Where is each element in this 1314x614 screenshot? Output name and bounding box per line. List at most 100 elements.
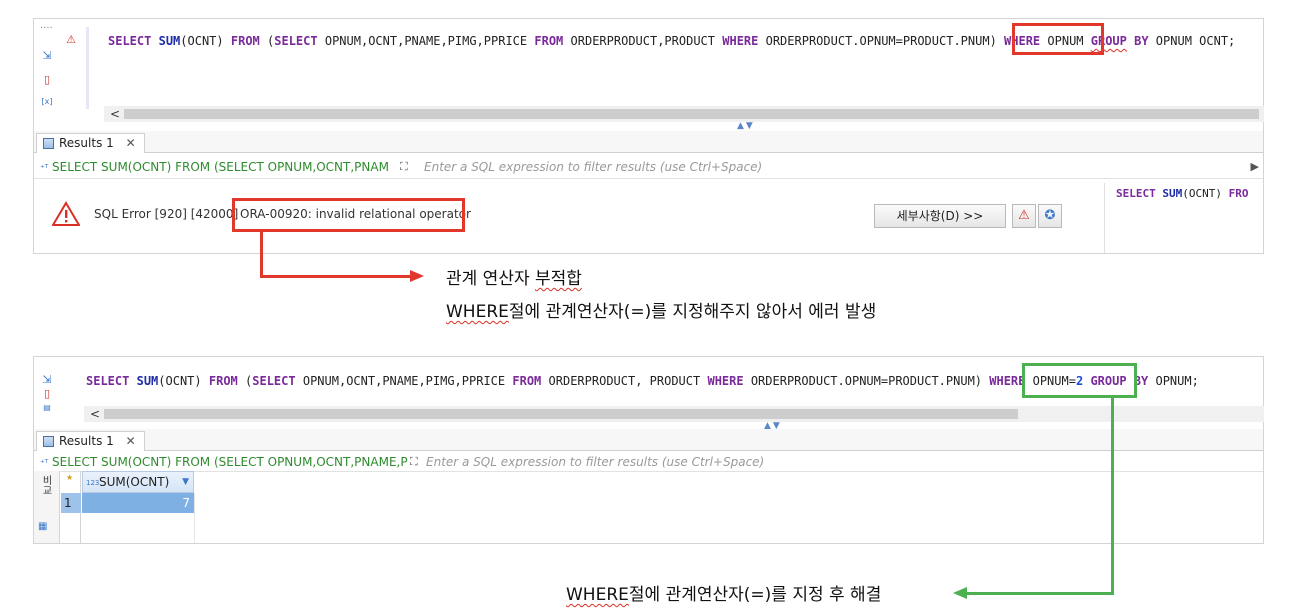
scroll-left-icon[interactable]: < <box>110 106 120 122</box>
error-annotation-line1: 관계 연산자 부적합 <box>446 264 582 289</box>
where-clause-fix-highlight <box>1022 363 1137 398</box>
editor-gutter: ⇲ ▯ ▤ <box>34 357 86 419</box>
tab-label: Results 1 <box>59 434 114 448</box>
fix-connector-line <box>1111 398 1114 595</box>
sql-token: BY <box>1134 34 1149 48</box>
error-message-highlight <box>232 198 465 232</box>
table-cell[interactable]: 7 <box>82 493 194 513</box>
sql-token: ORDERPRODUCT,PRODUCT <box>570 34 716 48</box>
grid-side-toolbar: 비교 ▦ <box>34 471 60 543</box>
sql-token: OPNUM,OCNT,PNAME,PIMG,PPRICE <box>324 34 528 48</box>
sql-token: FROM <box>208 374 238 388</box>
error-connector-line <box>260 232 263 278</box>
expand-icon[interactable]: ⛶ <box>400 155 408 179</box>
sql-token: FRO <box>1228 187 1249 200</box>
file-error-icon[interactable]: ▯ <box>40 73 54 87</box>
tab-results-1[interactable]: Results 1 ✕ <box>36 133 145 153</box>
sql-token: SELECT <box>252 374 296 388</box>
sql-token: FROM <box>534 34 564 48</box>
panel-splitter-icon[interactable]: ▲▼ <box>737 121 755 131</box>
sql-token: WHERE <box>722 34 759 48</box>
star-icon: ★ <box>66 473 74 482</box>
sql-file-icon[interactable]: [x] <box>40 95 54 109</box>
sql-token: OPNUM; <box>1155 374 1199 388</box>
error-log-icon[interactable]: ⚠ <box>1012 204 1036 228</box>
side-tab-compare[interactable]: 비교 <box>38 475 53 495</box>
filter-bar: ⁺ᵀ SELECT SUM(OCNT) FROM (SELECT OPNUM,O… <box>34 155 1263 179</box>
annotation-text: WHERE <box>446 302 509 322</box>
error-message-area: SQL Error [920] [42000] ORA-00920: inval… <box>34 183 1064 253</box>
annotation-text: 관계 연산자 <box>446 269 530 289</box>
sql-token: SUM <box>136 374 159 388</box>
editor-margin-line <box>86 27 89 109</box>
sql-token: FROM <box>512 374 542 388</box>
side-panel-divider <box>1104 183 1105 253</box>
grid-icon[interactable]: ▦ <box>38 521 47 532</box>
editor-hscrollbar[interactable]: < <box>104 106 1264 122</box>
play-icon[interactable]: ▶ <box>1251 155 1259 179</box>
sql-token: WHERE <box>707 374 744 388</box>
sql-token: SELECT <box>108 34 152 48</box>
filter-input[interactable]: Enter a SQL expression to filter results… <box>426 452 764 472</box>
more-icon[interactable]: ···· <box>40 23 53 34</box>
arrow-right-icon <box>410 270 424 282</box>
warning-icon <box>52 201 80 226</box>
arrow-left-icon <box>953 587 967 599</box>
sql-token: (OCNT) <box>1182 187 1222 200</box>
column-header-sum[interactable]: 123 SUM(OCNT) ▼ <box>82 471 194 493</box>
row-number[interactable]: 1 <box>61 493 81 513</box>
warning-icon: ⚠ <box>66 33 76 46</box>
help-icon[interactable]: ✪ <box>1038 204 1062 228</box>
error-connector-line <box>260 275 412 278</box>
editor-gutter: ···· ⚠ ⇲ ▯ [x] <box>34 19 86 124</box>
grid-divider <box>194 493 195 543</box>
expand-icon[interactable]: ⛶ <box>410 452 418 472</box>
fix-annotation: WHERE절에 관계연산자(=)를 지정 후 해결 <box>566 580 881 605</box>
results-tabbar: Results 1 ✕ <box>34 131 1263 153</box>
export-icon[interactable]: ⇲ <box>40 49 54 63</box>
filter-bar: ⁺ᵀ SELECT SUM(OCNT) FROM (SELECT OPNUM,O… <box>34 452 1263 472</box>
filter-query-text: SELECT SUM(OCNT) FROM (SELECT OPNUM,OCNT… <box>52 455 408 469</box>
filter-query-label[interactable]: ⁺ᵀ SELECT SUM(OCNT) FROM (SELECT OPNUM,O… <box>40 155 396 181</box>
column-header-label: SUM(OCNT) <box>99 475 170 489</box>
sql-icon: ⁺ᵀ <box>40 164 49 174</box>
sql-token: SELECT <box>274 34 318 48</box>
sql-file-icon[interactable]: ▤ <box>40 401 54 415</box>
sql-token: ORDERPRODUCT.OPNUM=PRODUCT.PNUM) <box>750 374 983 388</box>
where-clause-highlight <box>1012 23 1104 55</box>
results-grid: 비교 ▦ ★ 123 SUM(OCNT) ▼ 1 7 <box>34 471 1263 543</box>
close-icon[interactable]: ✕ <box>126 136 136 150</box>
grid-icon <box>43 436 54 447</box>
export-icon[interactable]: ⇲ <box>40 373 54 387</box>
sql-token: OPNUM OCNT; <box>1155 34 1236 48</box>
details-button[interactable]: 세부사항(D) >> <box>874 204 1006 228</box>
sort-icon[interactable]: ▼ <box>182 472 189 492</box>
editor-hscrollbar[interactable]: < <box>84 406 1264 422</box>
filter-input[interactable]: Enter a SQL expression to filter results… <box>424 155 762 179</box>
scroll-thumb[interactable] <box>104 409 1018 419</box>
sql-token: ORDERPRODUCT.OPNUM=PRODUCT.PNUM) <box>765 34 997 48</box>
scroll-thumb[interactable] <box>124 109 1259 119</box>
sql-token: SELECT <box>1116 187 1156 200</box>
sql-token: (OCNT) <box>158 374 202 388</box>
sql-token: WHERE <box>989 374 1026 388</box>
file-error-icon[interactable]: ▯ <box>40 387 54 401</box>
fix-connector-line <box>966 592 1114 595</box>
sql-token: FROM <box>230 34 260 48</box>
sql-icon: ⁺ᵀ <box>40 459 49 469</box>
annotation-text: 부적합 <box>535 269 582 289</box>
close-icon[interactable]: ✕ <box>126 434 136 448</box>
results-tabbar: Results 1 ✕ <box>34 429 1263 451</box>
error-code: SQL Error [920] [42000] <box>94 207 239 221</box>
scroll-left-icon[interactable]: < <box>90 406 100 422</box>
tab-results-1[interactable]: Results 1 ✕ <box>36 431 145 451</box>
sql-token: (OCNT) <box>180 34 224 48</box>
sql-token: SUM <box>1162 187 1183 200</box>
filter-query-text: SELECT SUM(OCNT) FROM (SELECT OPNUM,OCNT… <box>52 160 389 174</box>
side-sql-preview: SELECT SUM(OCNT) FRO <box>1116 187 1249 200</box>
annotation-text: WHERE <box>566 585 629 605</box>
annotation-text: 절에 관계연산자(=)를 지정 후 해결 <box>628 585 882 605</box>
sql-token: OPNUM,OCNT,PNAME,PIMG,PPRICE <box>302 374 506 388</box>
sql-token: ORDERPRODUCT, PRODUCT <box>548 374 701 388</box>
number-type-icon: 123 <box>86 479 100 487</box>
